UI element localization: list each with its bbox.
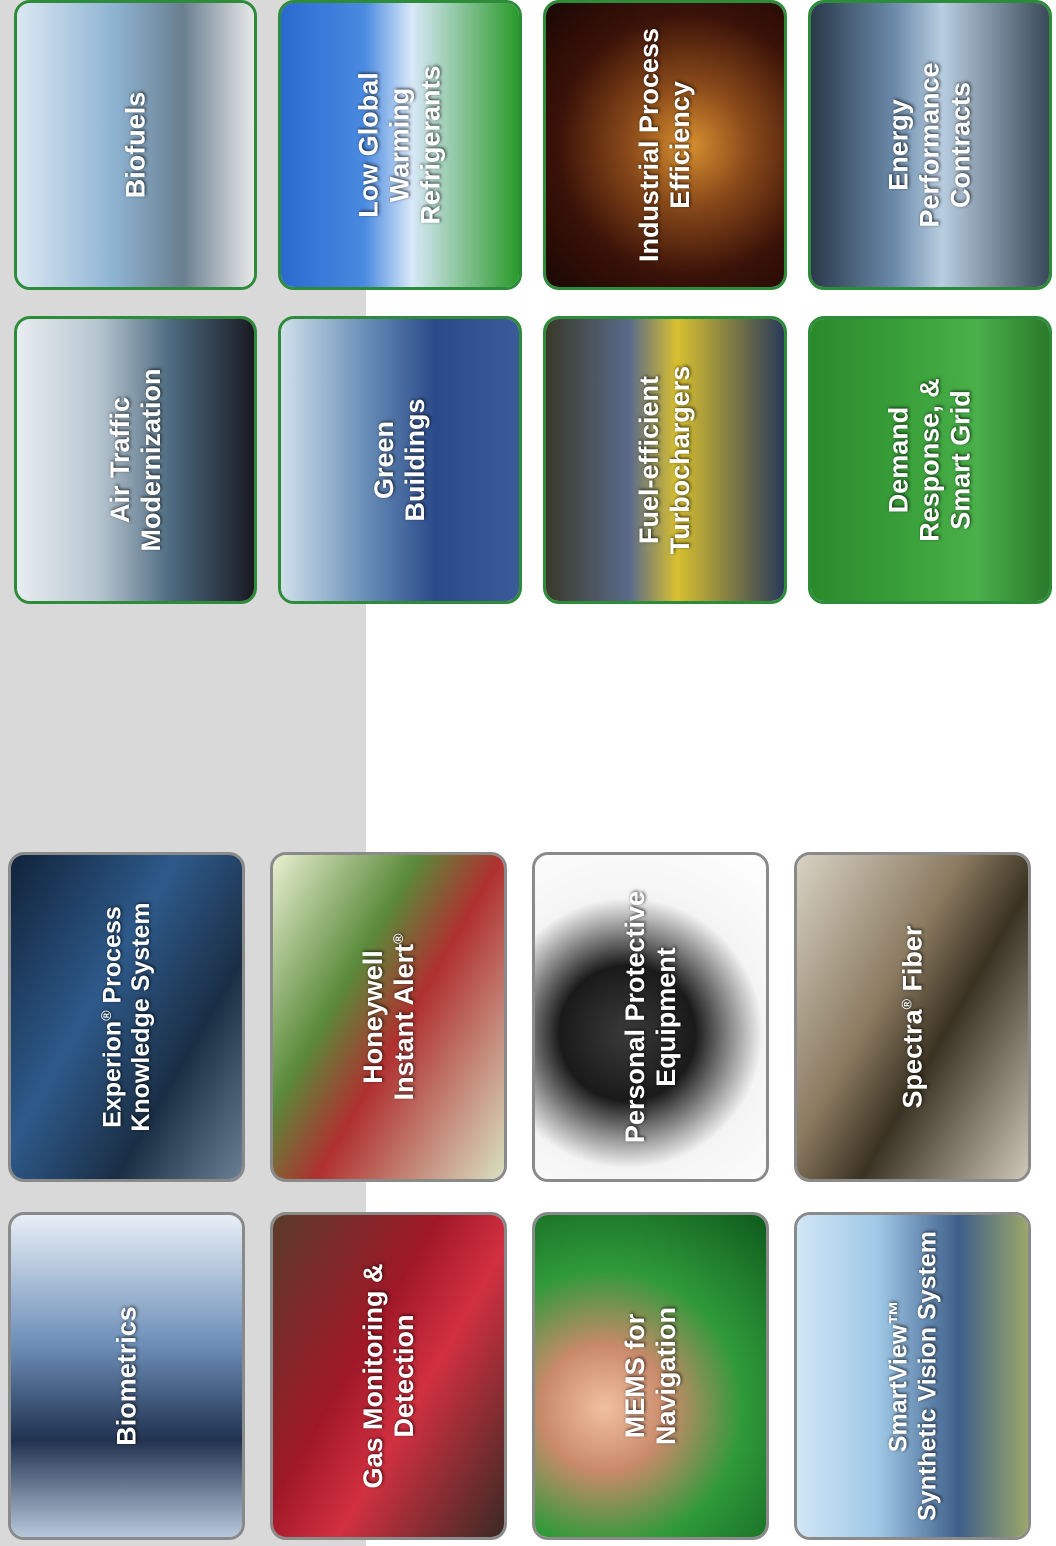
- tile-label: Biofuels: [119, 91, 150, 199]
- tile-industrial-process[interactable]: Industrial Process Efficiency: [543, 0, 787, 290]
- tile-label: Gas Monitoring & Detection: [357, 1263, 419, 1489]
- tile-mems-navigation[interactable]: MEMS for Navigation: [532, 1212, 769, 1540]
- tile-label: Personal Protective Equipment: [619, 890, 681, 1144]
- tile-label: Demand Response, & Smart Grid: [883, 378, 976, 542]
- tile-spectra-fiber[interactable]: Spectra® Fiber: [794, 852, 1031, 1182]
- tile-label: Energy Performance Contracts: [883, 62, 976, 228]
- tile-label: Honeywell Instant Alert®: [357, 933, 419, 1101]
- tile-label: Industrial Process Efficiency: [633, 27, 695, 263]
- tile-label: Spectra® Fiber: [896, 925, 927, 1109]
- tile-label: Air Traffic Modernization: [104, 368, 166, 552]
- tile-label: SmartView™ Synthetic Vision System: [883, 1231, 941, 1521]
- tile-energy-performance[interactable]: Energy Performance Contracts: [808, 0, 1052, 290]
- tile-label: Experion® Process Knowledge System: [97, 902, 155, 1132]
- tile-air-traffic[interactable]: Air Traffic Modernization: [14, 316, 257, 604]
- tile-gas-monitoring[interactable]: Gas Monitoring & Detection: [270, 1212, 507, 1540]
- tile-refrigerants[interactable]: Low Global Warming Refrigerants: [278, 0, 522, 290]
- tile-ppe[interactable]: Personal Protective Equipment: [532, 852, 769, 1182]
- tile-label: Fuel-efficient Turbochargers: [633, 365, 695, 555]
- tile-experion[interactable]: Experion® Process Knowledge System: [8, 852, 245, 1182]
- tile-label: Low Global Warming Refrigerants: [353, 65, 446, 225]
- tile-demand-response[interactable]: Demand Response, & Smart Grid: [808, 316, 1052, 604]
- tile-biometrics[interactable]: Biometrics: [8, 1212, 245, 1540]
- tile-label: Green Buildings: [368, 398, 430, 522]
- tile-green-buildings[interactable]: Green Buildings: [278, 316, 522, 604]
- tile-turbochargers[interactable]: Fuel-efficient Turbochargers: [543, 316, 787, 604]
- tile-instant-alert[interactable]: Honeywell Instant Alert®: [270, 852, 507, 1182]
- tile-label: Biometrics: [110, 1306, 141, 1446]
- tile-biofuels[interactable]: Biofuels: [14, 0, 257, 290]
- tile-smartview[interactable]: SmartView™ Synthetic Vision System: [794, 1212, 1031, 1540]
- tile-label: MEMS for Navigation: [619, 1306, 681, 1446]
